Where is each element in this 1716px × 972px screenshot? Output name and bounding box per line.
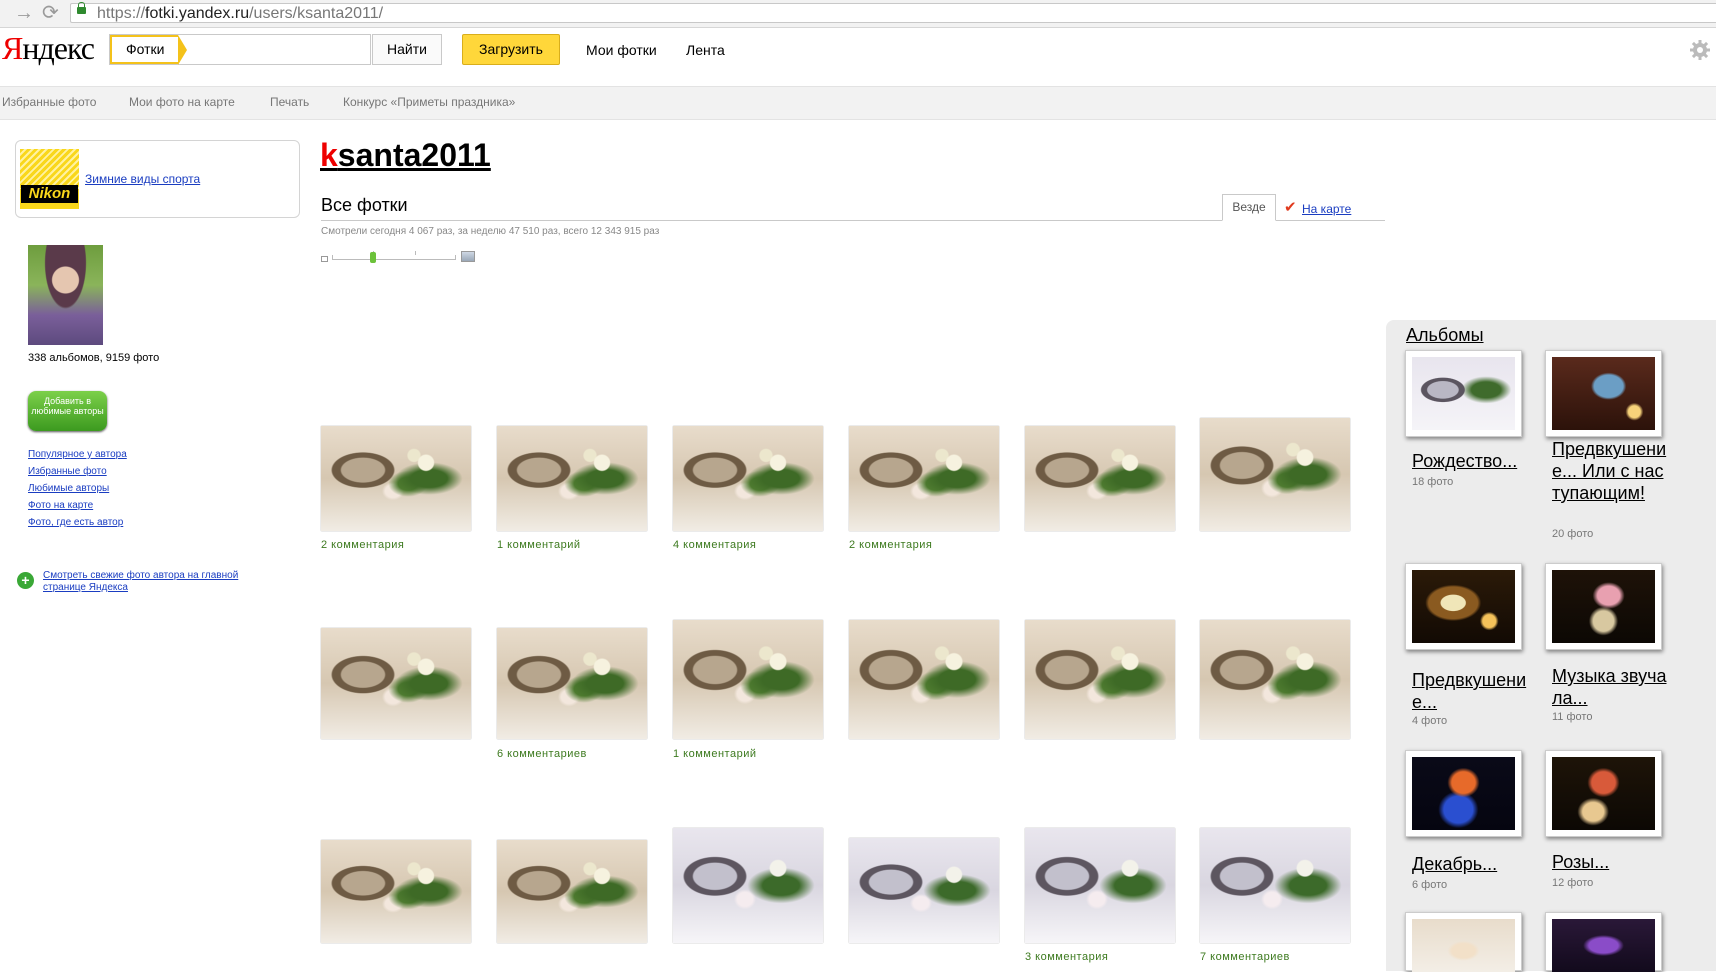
browser-toolbar: → ⟳ https://fotki.yandex.ru/users/ksanta… xyxy=(0,0,1716,28)
albums-title[interactable]: Альбомы xyxy=(1406,324,1484,346)
lock-icon xyxy=(77,2,86,14)
album-cover[interactable] xyxy=(1545,350,1662,437)
album-count: 20 фото xyxy=(1552,528,1594,540)
album-cover[interactable] xyxy=(1405,750,1522,837)
ad-banner[interactable]: Nikon Зимние виды спорта xyxy=(15,140,300,218)
photo-thumbnail[interactable] xyxy=(849,426,999,531)
feed-link[interactable]: Лента xyxy=(686,41,725,59)
plus-icon[interactable]: + xyxy=(17,572,34,589)
album-name[interactable]: Розы... xyxy=(1552,851,1670,873)
view-stats: Смотрели сегодня 4 067 раз, за неделю 47… xyxy=(321,226,660,237)
album-count: 11 фото xyxy=(1552,711,1593,723)
album-cover[interactable] xyxy=(1545,563,1662,650)
upload-button[interactable]: Загрузить xyxy=(462,34,560,65)
photo-thumbnail[interactable] xyxy=(497,840,647,943)
zoom-large-icon[interactable] xyxy=(461,251,475,262)
yandex-logo[interactable]: Яндекс xyxy=(2,30,95,66)
album-cover[interactable] xyxy=(1405,563,1522,650)
tab-on-map[interactable]: На карте xyxy=(1302,202,1351,216)
favorite-photos-link[interactable]: Избранные фото xyxy=(28,466,107,477)
album-name[interactable]: Декабрь... xyxy=(1412,853,1530,875)
fresh-photos-link[interactable]: Смотреть свежие фото автора на главной с… xyxy=(43,570,278,594)
photo-thumbnail[interactable] xyxy=(673,426,823,531)
page-title[interactable]: ksanta2011 xyxy=(320,136,491,174)
reload-icon[interactable]: ⟳ xyxy=(42,2,59,24)
album-count: 6 фото xyxy=(1412,879,1448,891)
comment-count[interactable]: 6 комментариев xyxy=(497,748,587,760)
album-count: 12 фото xyxy=(1552,877,1594,889)
comment-count[interactable]: 2 комментария xyxy=(321,539,404,551)
album-name[interactable]: Музыка звучала... xyxy=(1552,665,1670,709)
tab-everywhere[interactable]: Везде xyxy=(1222,194,1276,221)
album-count: 18 фото xyxy=(1412,476,1454,488)
album-count: 4 фото xyxy=(1412,715,1448,727)
album-name[interactable]: Предвкушение... Или с наступающим! xyxy=(1552,438,1670,504)
photo-thumbnail[interactable] xyxy=(1200,418,1350,531)
search-button[interactable]: Найти xyxy=(372,34,442,65)
zoom-slider[interactable] xyxy=(332,251,456,260)
album-cover[interactable] xyxy=(1545,912,1662,972)
photo-thumbnail[interactable] xyxy=(321,426,471,531)
album-name[interactable]: Предвкушение... xyxy=(1412,669,1530,713)
photo-thumbnail[interactable] xyxy=(1200,620,1350,739)
url-text: https://fotki.yandex.ru/users/ksanta2011… xyxy=(97,5,384,22)
gear-icon[interactable] xyxy=(1690,40,1710,60)
photo-thumbnail[interactable] xyxy=(673,828,823,943)
comment-count[interactable]: 4 комментария xyxy=(673,539,756,551)
photo-thumbnail[interactable] xyxy=(497,628,647,739)
comment-count[interactable]: 3 комментария xyxy=(1025,951,1108,963)
photo-thumbnail[interactable] xyxy=(849,838,999,943)
check-icon: ✔ xyxy=(1284,199,1297,216)
search-input[interactable]: Фотки xyxy=(109,34,371,65)
subnav-map[interactable]: Мои фото на карте xyxy=(129,95,235,109)
photo-thumbnail[interactable] xyxy=(849,620,999,739)
subnav-print[interactable]: Печать xyxy=(270,95,309,109)
favorite-authors-link[interactable]: Любимые авторы xyxy=(28,483,109,494)
zoom-slider-handle[interactable] xyxy=(370,252,376,263)
photo-thumbnail[interactable] xyxy=(321,840,471,943)
album-name[interactable]: Рождество... xyxy=(1412,450,1530,472)
photos-with-author-link[interactable]: Фото, где есть автор xyxy=(28,517,123,528)
photo-thumbnail[interactable] xyxy=(1025,620,1175,739)
my-photos-link[interactable]: Мои фотки xyxy=(586,41,657,59)
album-cover[interactable] xyxy=(1405,912,1522,972)
album-cover[interactable] xyxy=(1405,350,1522,437)
service-tag-fotki: Фотки xyxy=(110,35,189,65)
zoom-small-icon[interactable] xyxy=(321,256,328,262)
photo-thumbnail[interactable] xyxy=(673,620,823,739)
section-title: Все фотки xyxy=(321,195,408,215)
album-cover[interactable] xyxy=(1545,750,1662,837)
comment-count[interactable]: 2 комментария xyxy=(849,539,932,551)
subnav-contest[interactable]: Конкурс «Приметы праздника» xyxy=(343,95,515,109)
add-to-favorites-button[interactable]: Добавить в любимые авторы xyxy=(28,391,107,431)
photo-thumbnail[interactable] xyxy=(497,426,647,531)
address-bar[interactable]: https://fotki.yandex.ru/users/ksanta2011… xyxy=(70,2,1716,23)
nikon-logo: Nikon xyxy=(20,149,79,209)
popular-link[interactable]: Популярное у автора xyxy=(28,449,127,460)
photo-thumbnail[interactable] xyxy=(1025,828,1175,943)
subnav: Избранные фото Мои фото на карте Печать … xyxy=(0,86,1716,120)
forward-arrow-icon[interactable]: → xyxy=(14,2,34,24)
avatar[interactable] xyxy=(28,245,103,345)
photos-on-map-link[interactable]: Фото на карте xyxy=(28,500,93,511)
comment-count[interactable]: 1 комментарий xyxy=(497,539,580,551)
author-stats: 338 альбомов, 9159 фото xyxy=(28,352,160,364)
comment-count[interactable]: 1 комментарий xyxy=(673,748,756,760)
photo-thumbnail[interactable] xyxy=(321,628,471,739)
photo-thumbnail[interactable] xyxy=(1200,828,1350,943)
ad-link[interactable]: Зимние виды спорта xyxy=(85,172,200,186)
comment-count[interactable]: 7 комментариев xyxy=(1200,951,1290,963)
photo-thumbnail[interactable] xyxy=(1025,426,1175,531)
subnav-favorites[interactable]: Избранные фото xyxy=(2,95,96,109)
